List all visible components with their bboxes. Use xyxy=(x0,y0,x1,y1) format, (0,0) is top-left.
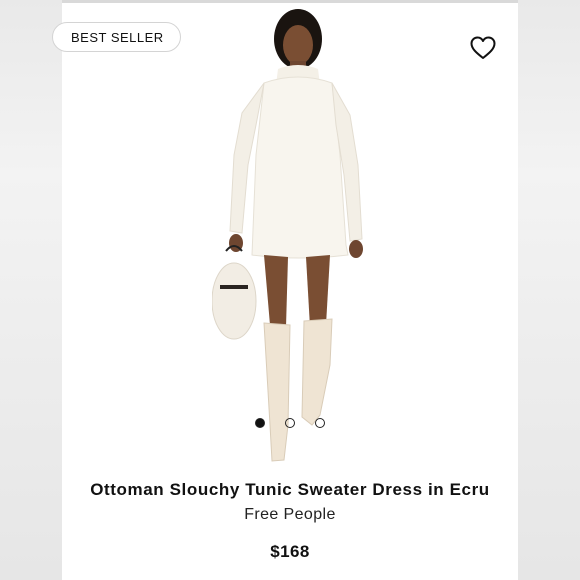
product-card: BEST SELLER Ottoman Slouchy Tunic Sweate… xyxy=(52,0,518,580)
right-boot xyxy=(301,318,333,426)
model-face xyxy=(283,25,313,65)
left-boot xyxy=(263,322,291,462)
top-divider xyxy=(62,0,518,3)
left-background-blur xyxy=(0,0,62,580)
product-image[interactable] xyxy=(212,5,372,465)
right-background-blur xyxy=(518,0,580,580)
carousel-dot-2[interactable] xyxy=(285,418,295,428)
heart-icon[interactable] xyxy=(470,36,496,60)
best-seller-badge: BEST SELLER xyxy=(52,22,181,52)
product-title[interactable]: Ottoman Slouchy Tunic Sweater Dress in E… xyxy=(62,480,518,500)
product-brand[interactable]: Free People xyxy=(62,506,518,524)
carousel-indicators xyxy=(62,418,518,430)
handbag xyxy=(212,262,257,340)
carousel-dot-3[interactable] xyxy=(315,418,325,428)
carousel-dot-1[interactable] xyxy=(255,418,265,428)
product-price: $168 xyxy=(270,542,310,561)
